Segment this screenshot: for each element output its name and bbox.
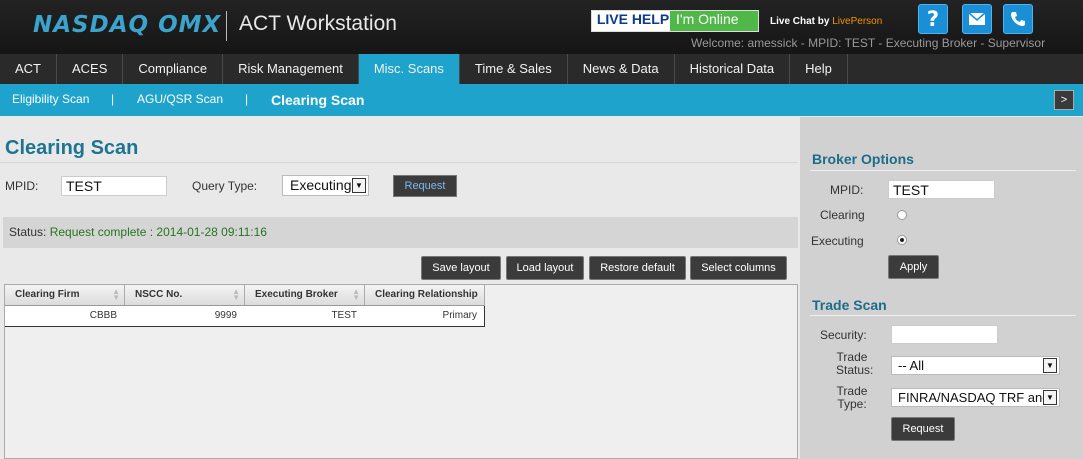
nav-tab-historical-data[interactable]: Historical Data bbox=[675, 54, 791, 84]
live-chat-by: by bbox=[817, 16, 830, 27]
column-header-label: NSCC No. bbox=[135, 289, 183, 300]
broker-options-title: Broker Options bbox=[812, 151, 914, 167]
main-nav: ACT ACES Compliance Risk Management Misc… bbox=[0, 54, 1083, 84]
security-label: Security: bbox=[820, 328, 867, 342]
trade-scan-request-button[interactable]: Request bbox=[891, 417, 955, 441]
title-divider bbox=[0, 162, 798, 163]
cell-executing-broker: TEST bbox=[331, 310, 357, 321]
trade-type-label-line2: Type: bbox=[837, 397, 867, 411]
column-header-label: Clearing Relationship bbox=[375, 289, 478, 300]
sort-icon: ▲ ▼ bbox=[352, 287, 360, 302]
section-divider bbox=[810, 315, 1076, 316]
cell-clearing-firm: CBBB bbox=[89, 310, 117, 321]
apply-button[interactable]: Apply bbox=[888, 255, 939, 279]
subnav-clearing-scan[interactable]: Clearing Scan bbox=[271, 92, 364, 108]
live-help-label[interactable]: LIVE HELP bbox=[592, 11, 670, 31]
nasdaq-omx-logo: NASDAQ OMX bbox=[33, 12, 222, 38]
trade-status-label-line2: Status: bbox=[836, 363, 874, 377]
trade-type-label-line1: Trade bbox=[836, 384, 868, 398]
live-help-widget[interactable]: LIVE HELP I'm Online bbox=[591, 10, 759, 32]
nav-tab-act[interactable]: ACT bbox=[0, 54, 57, 84]
nav-tab-misc-scans[interactable]: Misc. Scans bbox=[358, 54, 460, 84]
results-grid: Clearing Firm ▲ ▼ NSCC No. ▲ ▼ Executing B… bbox=[4, 284, 798, 459]
load-layout-button[interactable]: Load layout bbox=[506, 256, 584, 280]
status-value: Request complete : 2014-01-28 09:11:16 bbox=[49, 225, 267, 239]
broker-mpid-label: MPID: bbox=[830, 183, 864, 197]
nav-tab-aces[interactable]: ACES bbox=[57, 54, 124, 84]
request-button[interactable]: Request bbox=[393, 175, 457, 197]
logo-divider bbox=[226, 11, 227, 41]
trade-status-label-line1: Trade bbox=[836, 350, 868, 364]
mail-icon bbox=[968, 12, 986, 25]
section-divider bbox=[810, 170, 1076, 171]
chevron-down-icon[interactable]: ▼ bbox=[352, 178, 366, 193]
trade-type-value: FINRA/NASDAQ TRF and bbox=[898, 390, 1050, 405]
cell-nscc-no: 9999 bbox=[214, 310, 237, 321]
trade-scan-title: Trade Scan bbox=[812, 297, 887, 313]
executing-radio-label: Executing bbox=[811, 234, 864, 248]
email-button[interactable] bbox=[962, 4, 992, 34]
mpid-label: MPID: bbox=[5, 179, 39, 193]
chevron-down-icon[interactable]: ▼ bbox=[1043, 390, 1057, 405]
trade-type-label: Trade Type: bbox=[836, 385, 868, 411]
live-chat-label: Live Chat bbox=[770, 16, 816, 27]
welcome-text: Welcome: amessick - MPID: TEST - Executi… bbox=[691, 36, 1046, 50]
column-header-nscc-no[interactable]: NSCC No. ▲ ▼ bbox=[125, 285, 245, 306]
restore-default-button[interactable]: Restore default bbox=[589, 256, 686, 280]
subnav-separator: | bbox=[245, 92, 249, 106]
query-type-select[interactable]: Executing ▼ bbox=[282, 175, 369, 196]
nav-tab-risk-management[interactable]: Risk Management bbox=[223, 54, 359, 84]
trade-type-select[interactable]: FINRA/NASDAQ TRF and ▼ bbox=[891, 388, 1060, 407]
security-field[interactable] bbox=[891, 325, 998, 344]
clearing-radio[interactable] bbox=[897, 210, 907, 220]
sort-icon: ▲ ▼ bbox=[112, 287, 120, 302]
mpid-field[interactable]: TEST bbox=[61, 176, 167, 196]
options-panel: Broker Options MPID: TEST Clearing Execu… bbox=[800, 117, 1083, 459]
expand-panel-button[interactable]: > bbox=[1054, 90, 1074, 110]
phone-icon bbox=[1011, 12, 1025, 26]
act-workstation-app: NASDAQ OMX ACT Workstation LIVE HELP I'm… bbox=[0, 0, 1083, 459]
nav-tab-help[interactable]: Help bbox=[790, 54, 848, 84]
question-icon: ? bbox=[926, 7, 940, 31]
column-header-label: Executing Broker bbox=[255, 289, 338, 300]
broker-mpid-field[interactable]: TEST bbox=[888, 180, 995, 199]
select-columns-button[interactable]: Select columns bbox=[690, 256, 787, 280]
column-header-clearing-firm[interactable]: Clearing Firm ▲ ▼ bbox=[5, 285, 125, 306]
query-type-label: Query Type: bbox=[192, 179, 258, 193]
query-type-value: Executing bbox=[290, 177, 352, 193]
page-title: Clearing Scan bbox=[5, 137, 139, 159]
online-status[interactable]: I'm Online bbox=[670, 11, 758, 31]
subnav-eligibility-scan[interactable]: Eligibility Scan bbox=[12, 92, 89, 106]
trade-status-label: Trade Status: bbox=[836, 350, 873, 377]
trade-status-value: -- All bbox=[898, 358, 924, 373]
table-row[interactable]: CBBB 9999 TEST Primary bbox=[5, 306, 485, 327]
column-header-executing-broker[interactable]: Executing Broker ▲ ▼ bbox=[245, 285, 365, 306]
sub-nav: Eligibility Scan | AGU/QSR Scan | Cleari… bbox=[0, 84, 1083, 116]
save-layout-button[interactable]: Save layout bbox=[421, 256, 501, 280]
status-bar: Status: Request complete : 2014-01-28 09… bbox=[3, 217, 798, 248]
help-button[interactable]: ? bbox=[918, 4, 948, 34]
chevron-down-icon[interactable]: ▼ bbox=[1043, 358, 1057, 373]
liveperson-label: LivePerson bbox=[832, 16, 883, 27]
column-header-label: Clearing Firm bbox=[15, 289, 80, 300]
executing-radio[interactable] bbox=[897, 235, 907, 245]
nav-tab-news-data[interactable]: News & Data bbox=[568, 54, 675, 84]
cell-clearing-relationship: Primary bbox=[442, 310, 477, 321]
live-chat-credit: Live Chat by LivePerson bbox=[770, 16, 882, 27]
clearing-radio-label: Clearing bbox=[820, 208, 865, 222]
trade-status-select[interactable]: -- All ▼ bbox=[891, 356, 1060, 375]
nav-tab-compliance[interactable]: Compliance bbox=[123, 54, 224, 84]
column-header-clearing-relationship[interactable]: Clearing Relationship bbox=[365, 285, 485, 306]
nav-tab-time-sales[interactable]: Time & Sales bbox=[460, 54, 568, 84]
app-title: ACT Workstation bbox=[239, 12, 397, 35]
phone-button[interactable] bbox=[1003, 4, 1033, 34]
subnav-separator: | bbox=[111, 92, 115, 106]
app-header: NASDAQ OMX ACT Workstation LIVE HELP I'm… bbox=[0, 0, 1083, 54]
subnav-agu-qsr-scan[interactable]: AGU/QSR Scan bbox=[137, 92, 223, 106]
status-label: Status: bbox=[9, 225, 47, 239]
sort-icon: ▲ ▼ bbox=[232, 287, 240, 302]
